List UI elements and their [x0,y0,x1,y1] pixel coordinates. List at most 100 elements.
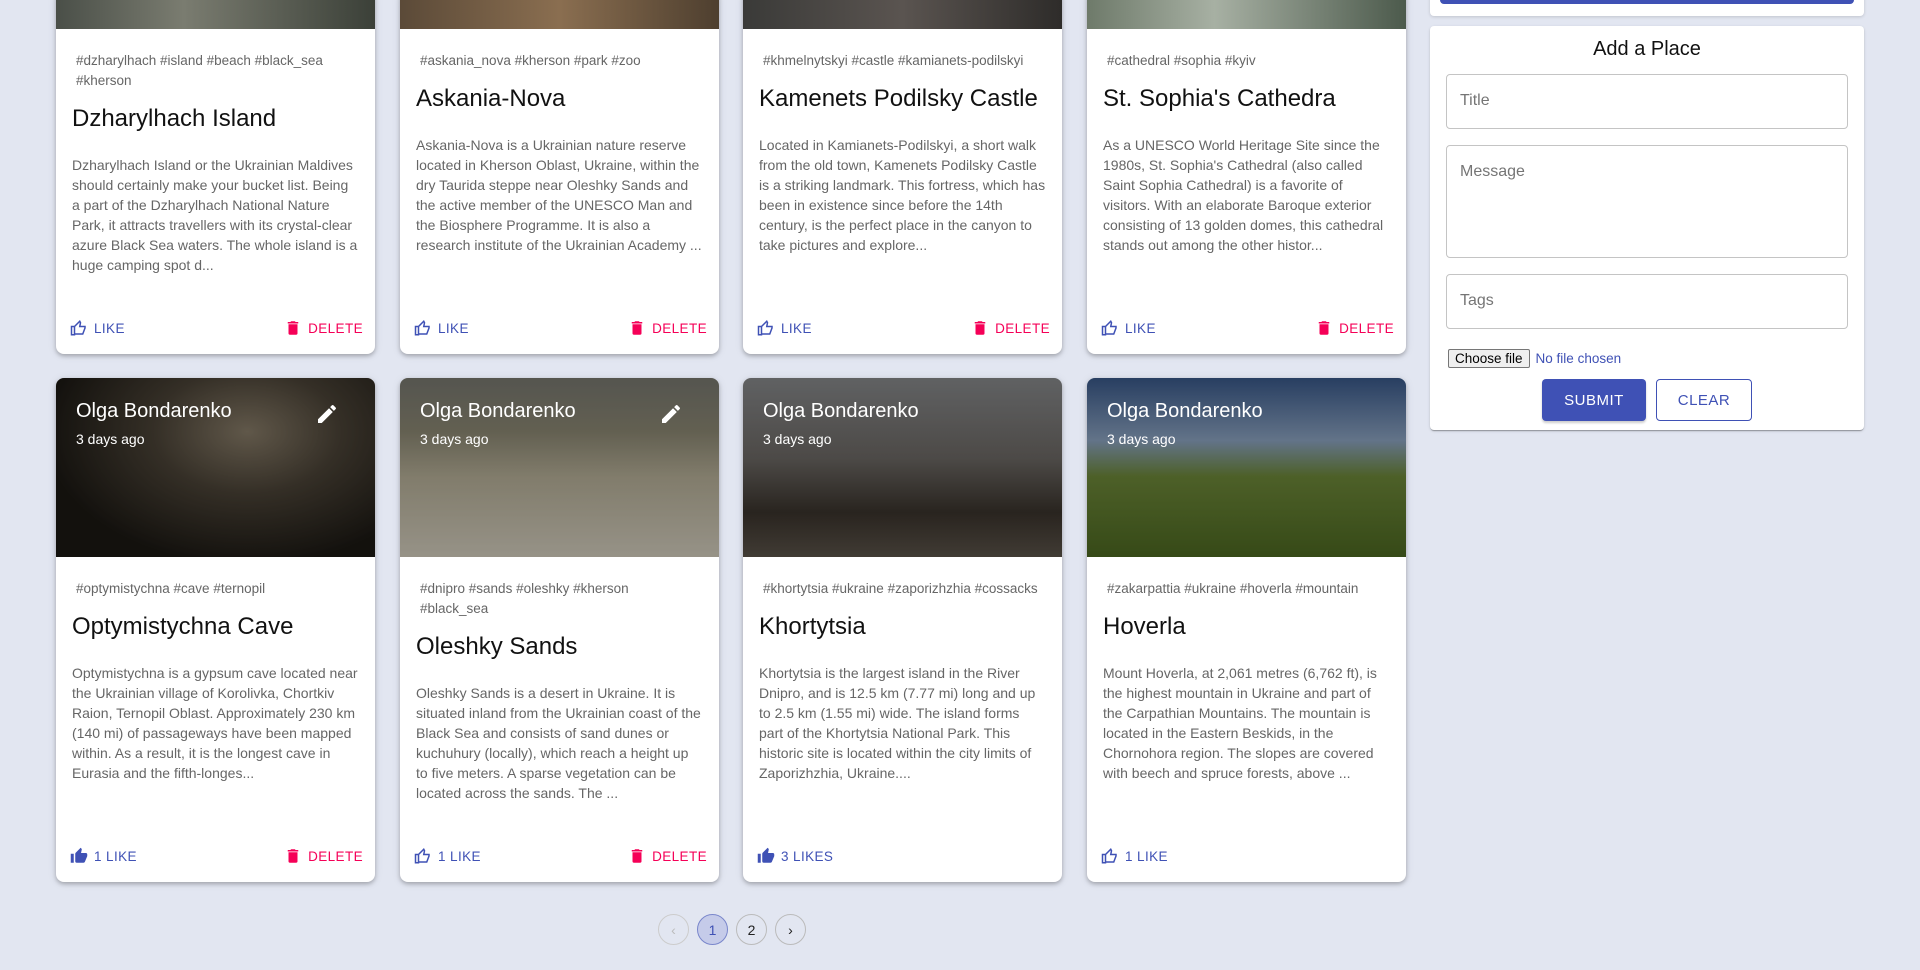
post-card: #askania_nova #kherson #park #zoo Askani… [400,0,719,354]
title-placeholder: Title [1460,92,1490,109]
post-title: Oleshky Sands [416,633,578,660]
post-message: Located in Kamianets-Podilskyi, a short … [759,137,1046,253]
file-input: Choose file No file chosen [1448,349,1621,368]
delete-label: DELETE [652,848,707,864]
add-place-form: Add a Place Title Message Tags Choose fi… [1430,26,1864,430]
clear-button[interactable]: CLEAR [1656,379,1752,421]
post-actions: LIKE DELETE [1087,302,1406,354]
like-label: LIKE [438,320,469,336]
like-button[interactable]: LIKE [70,319,125,337]
post-card: #khmelnytskyi #castle #kamianets-podilsk… [743,0,1062,354]
post-image [56,0,375,29]
like-label: 3 LIKES [781,848,834,864]
like-button[interactable]: 1 LIKE [70,847,137,865]
thumb-up-outline-icon [1101,319,1117,336]
page-1-button[interactable]: 1 [697,914,728,945]
trash-icon [631,849,643,863]
delete-label: DELETE [308,848,363,864]
post-message: Dzharylhach Island or the Ukrainian Mald… [72,157,358,273]
delete-button[interactable]: DELETE [284,319,363,337]
trash-icon [1318,321,1330,335]
post-title: Dzharylhach Island [72,105,277,132]
thumb-up-icon [757,847,775,863]
post-tags: #khmelnytskyi #castle #kamianets-podilsk… [763,53,1024,68]
like-label: 1 LIKE [438,848,481,864]
post-time: 3 days ago [763,431,832,447]
post-message: Mount Hoverla, at 2,061 metres (6,762 ft… [1103,665,1377,781]
post-author: Olga Bondarenko [420,400,576,422]
like-button[interactable]: LIKE [414,319,469,337]
submit-button[interactable]: SUBMIT [1542,379,1646,421]
post-image: Olga Bondarenko 3 days ago [743,378,1062,557]
trash-icon [287,321,299,335]
post-card: Olga Bondarenko 3 days ago #zakarpattia … [1087,378,1406,882]
like-label: 1 LIKE [94,848,137,864]
delete-button[interactable]: DELETE [628,319,707,337]
post-title: Khortytsia [759,613,866,640]
delete-button[interactable]: DELETE [628,847,707,865]
search-panel [1430,0,1864,16]
pagination: ‹ 1 2 › [658,914,806,945]
post-card: #cathedral #sophia #kyiv St. Sophia's Ca… [1087,0,1406,354]
edit-pencil-icon[interactable] [659,402,683,426]
delete-label: DELETE [995,320,1050,336]
form-heading: Add a Place [1593,38,1701,60]
post-tags: #cathedral #sophia #kyiv [1107,53,1256,68]
like-button[interactable]: 1 LIKE [414,847,481,865]
post-actions: 3 LIKES [743,830,1062,882]
post-actions: 1 LIKE DELETE [56,830,375,882]
thumb-up-outline-icon [757,319,773,336]
next-page-button[interactable]: › [775,914,806,945]
post-time: 3 days ago [76,431,145,447]
post-tags: #dnipro #sands #oleshky #kherson #black_… [420,581,629,616]
like-label: LIKE [94,320,125,336]
page-2-button[interactable]: 2 [736,914,767,945]
like-label: LIKE [781,320,812,336]
message-field[interactable]: Message [1446,145,1848,258]
post-time: 3 days ago [1107,431,1176,447]
thumb-up-outline-icon [70,319,86,336]
post-card: #dzharylhach #island #beach #black_sea #… [56,0,375,354]
post-author: Olga Bondarenko [763,400,919,422]
post-actions: 1 LIKE [1087,830,1406,882]
delete-label: DELETE [652,320,707,336]
trash-icon [974,321,986,335]
message-placeholder: Message [1460,163,1525,180]
post-author: Olga Bondarenko [76,400,232,422]
trash-icon [631,321,643,335]
post-author: Olga Bondarenko [1107,400,1263,422]
like-label: LIKE [1125,320,1156,336]
like-button[interactable]: LIKE [1101,319,1156,337]
post-title: Askania-Nova [416,85,566,112]
delete-button[interactable]: DELETE [1315,319,1394,337]
thumb-up-outline-icon [414,319,430,336]
thumb-up-outline-icon [1101,847,1117,864]
post-tags: #dzharylhach #island #beach #black_sea #… [76,53,323,88]
like-button[interactable]: 3 LIKES [757,847,833,865]
like-button[interactable]: 1 LIKE [1101,847,1168,865]
post-title: Kamenets Podilsky Castle [759,85,1038,112]
prev-page-button[interactable]: ‹ [658,914,689,945]
post-image: Olga Bondarenko 3 days ago [400,378,719,557]
like-button[interactable]: LIKE [757,319,812,337]
thumb-up-outline-icon [414,847,430,864]
post-card: Olga Bondarenko 3 days ago #dnipro #sand… [400,378,719,882]
post-title: Optymistychna Cave [72,613,294,640]
delete-button[interactable]: DELETE [971,319,1050,337]
choose-file-button[interactable]: Choose file [1448,349,1530,368]
post-card: Olga Bondarenko 3 days ago #khortytsia #… [743,378,1062,882]
post-tags: #optymistychna #cave #ternopil [76,581,266,596]
post-actions: 1 LIKE DELETE [400,830,719,882]
post-time: 3 days ago [420,431,489,447]
post-message: Oleshky Sands is a desert in Ukraine. It… [416,685,701,801]
post-tags: #zakarpattia #ukraine #hoverla #mountain [1107,581,1359,596]
thumb-up-icon [70,847,88,863]
post-tags: #khortytsia #ukraine #zaporizhzhia #coss… [763,581,1038,596]
post-image: Olga Bondarenko 3 days ago [1087,378,1406,557]
tags-field[interactable]: Tags [1446,274,1848,329]
delete-button[interactable]: DELETE [284,847,363,865]
edit-pencil-icon[interactable] [315,402,339,426]
search-button[interactable] [1440,0,1854,4]
post-title: St. Sophia's Cathedra [1103,85,1336,112]
title-field[interactable]: Title [1446,74,1848,129]
